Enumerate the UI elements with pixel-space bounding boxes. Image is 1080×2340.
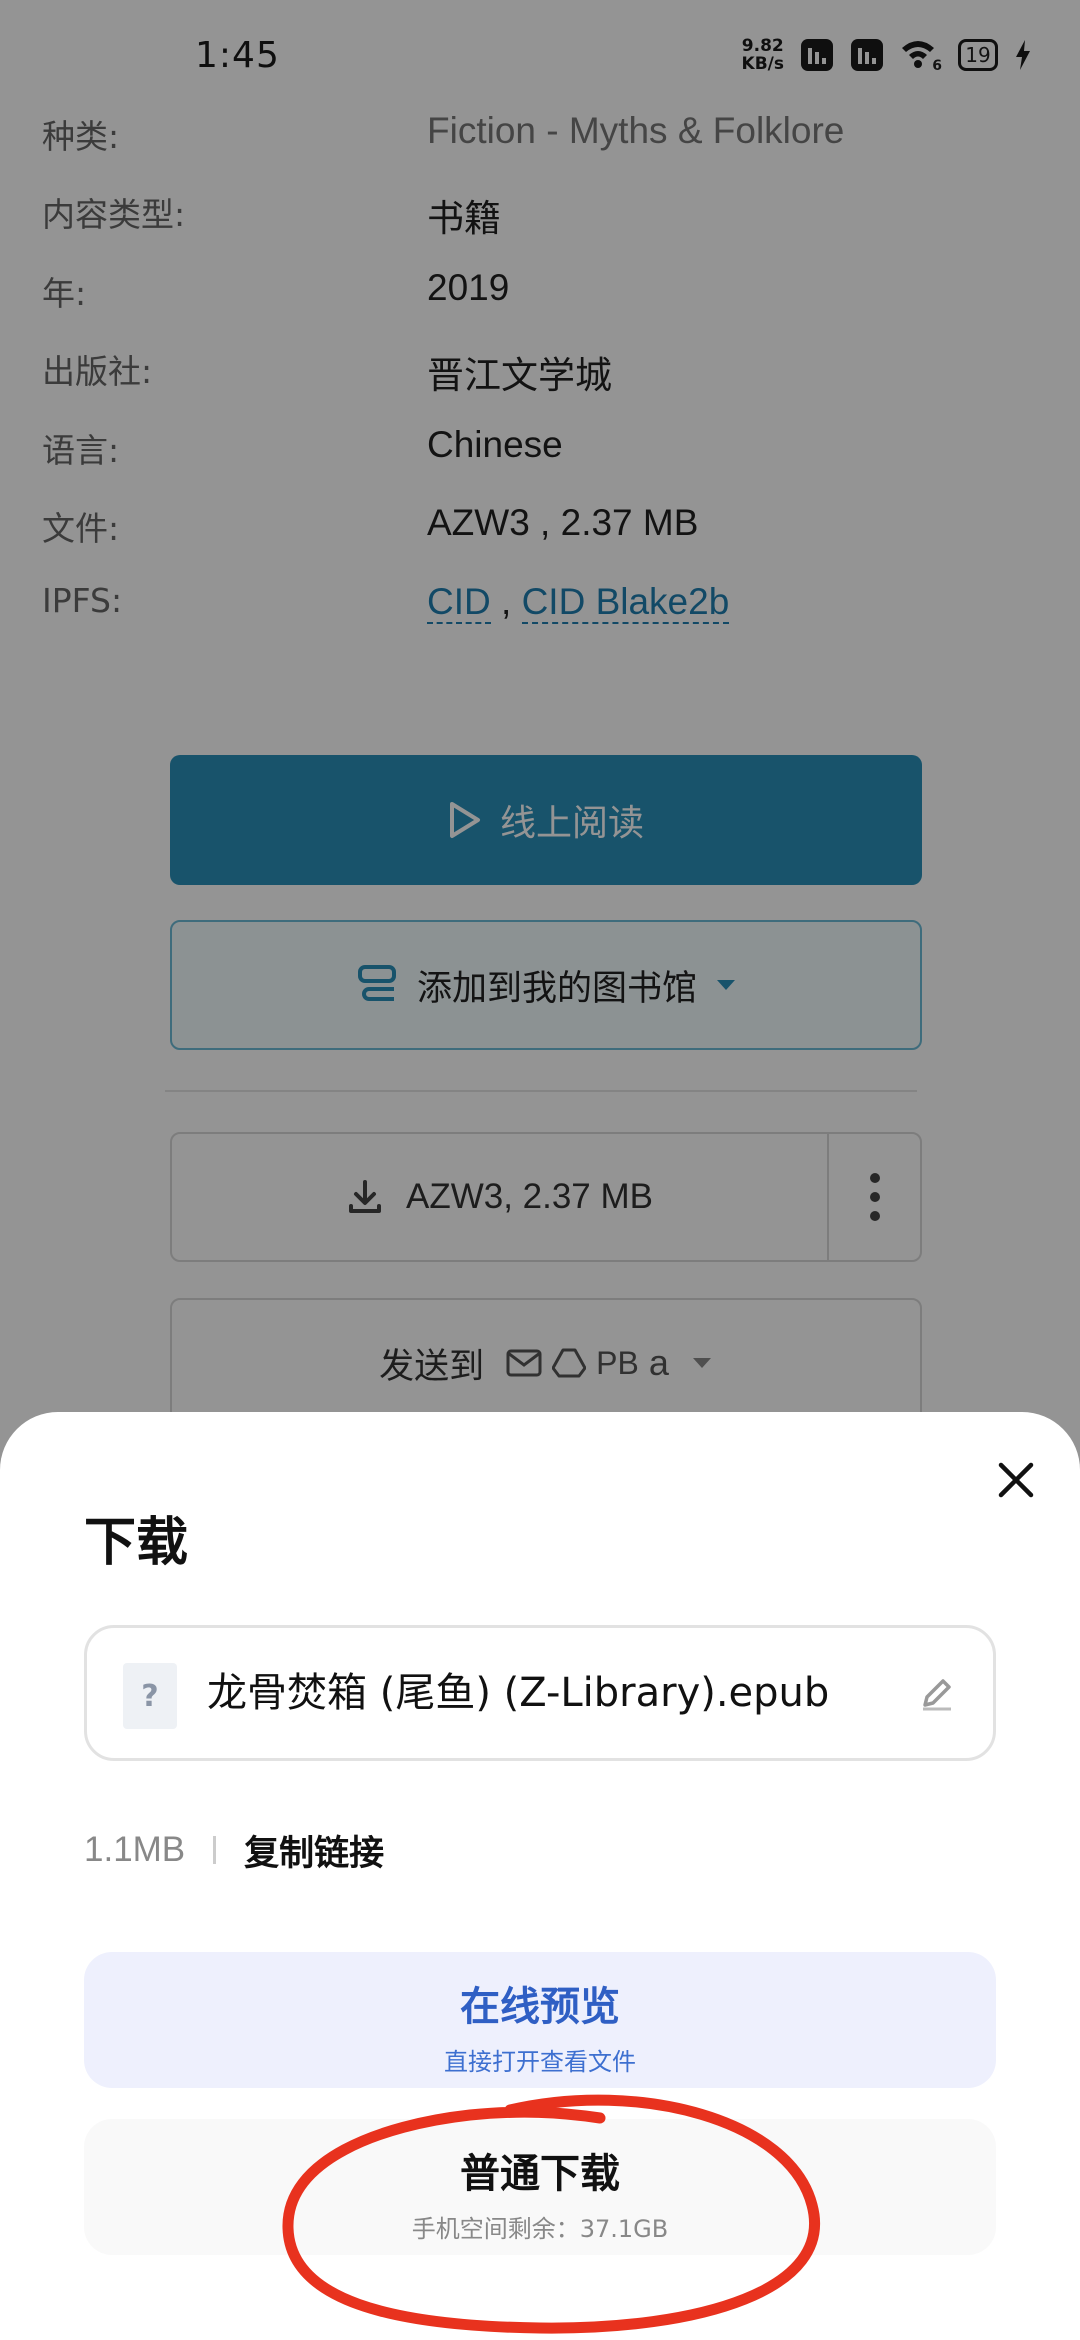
file-size: 1.1MB	[84, 1830, 186, 1869]
file-name: 龙骨焚箱 (尾鱼) (Z-Library).epub	[207, 1670, 830, 1716]
file-name-field[interactable]: ? 龙骨焚箱 (尾鱼) (Z-Library).epub	[84, 1625, 996, 1761]
copy-link-button[interactable]: 复制链接	[244, 1825, 384, 1876]
meta-separator	[213, 1836, 217, 1864]
download-sheet: 下载 ? 龙骨焚箱 (尾鱼) (Z-Library).epub 1.1MB 复制…	[0, 1412, 1080, 2340]
normal-download-label: 普通下载	[460, 2151, 620, 2197]
edit-icon[interactable]	[917, 1673, 957, 1713]
online-preview-button[interactable]: 在线预览 直接打开查看文件	[84, 1952, 996, 2088]
sheet-title: 下载	[84, 1513, 189, 1573]
close-icon	[998, 1462, 1034, 1498]
file-meta: 1.1MB 复制链接	[84, 1820, 384, 1880]
close-button[interactable]	[988, 1452, 1044, 1508]
online-preview-subtitle: 直接打开查看文件	[444, 2048, 636, 2076]
storage-remaining: 手机空间剩余：37.1GB	[411, 2215, 669, 2243]
online-preview-label: 在线预览	[460, 1984, 620, 2030]
unknown-file-icon: ?	[123, 1663, 177, 1729]
normal-download-button[interactable]: 普通下载 手机空间剩余：37.1GB	[84, 2119, 996, 2255]
